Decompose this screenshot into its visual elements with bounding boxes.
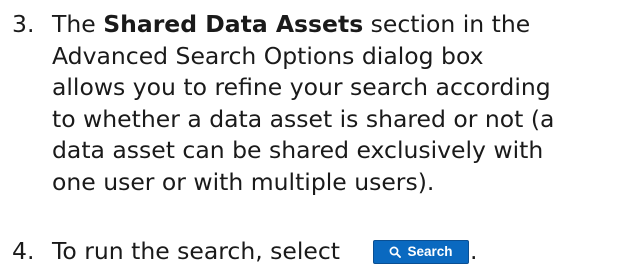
step-line: Advanced Search Options dialog box [52, 41, 484, 70]
section-name-bold: Shared Data Assets [103, 10, 364, 38]
step-line: allows you to refine your search accordi… [52, 73, 551, 101]
step-line: to whether a data asset is shared or not… [52, 104, 555, 133]
step-line: one user or with multiple users). [52, 167, 435, 196]
step-intro-text: The [52, 10, 104, 38]
step-number: 3. [12, 10, 35, 38]
step-item-3: 3. The Shared Data Assets section in the… [12, 9, 633, 209]
step-text: To run the search, select Search . [52, 236, 632, 268]
sentence-period: . [470, 237, 478, 265]
document-body: 3. The Shared Data Assets section in the… [0, 0, 633, 278]
step-line-rest: section in the [363, 10, 531, 38]
search-button-label: Search [407, 244, 453, 260]
step-instruction-text: To run the search, select [52, 237, 340, 265]
search-icon [389, 246, 402, 258]
step-number: 4. [12, 237, 35, 265]
step-line: The Shared Data Assets section in the [52, 9, 632, 41]
search-button[interactable]: Search [373, 240, 469, 264]
step-item-4: 4. To run the search, select Search . [12, 236, 633, 272]
step-line: data asset can be shared exclusively wit… [52, 136, 544, 164]
step-text: The Shared Data Assets section in the Ad… [52, 9, 632, 198]
